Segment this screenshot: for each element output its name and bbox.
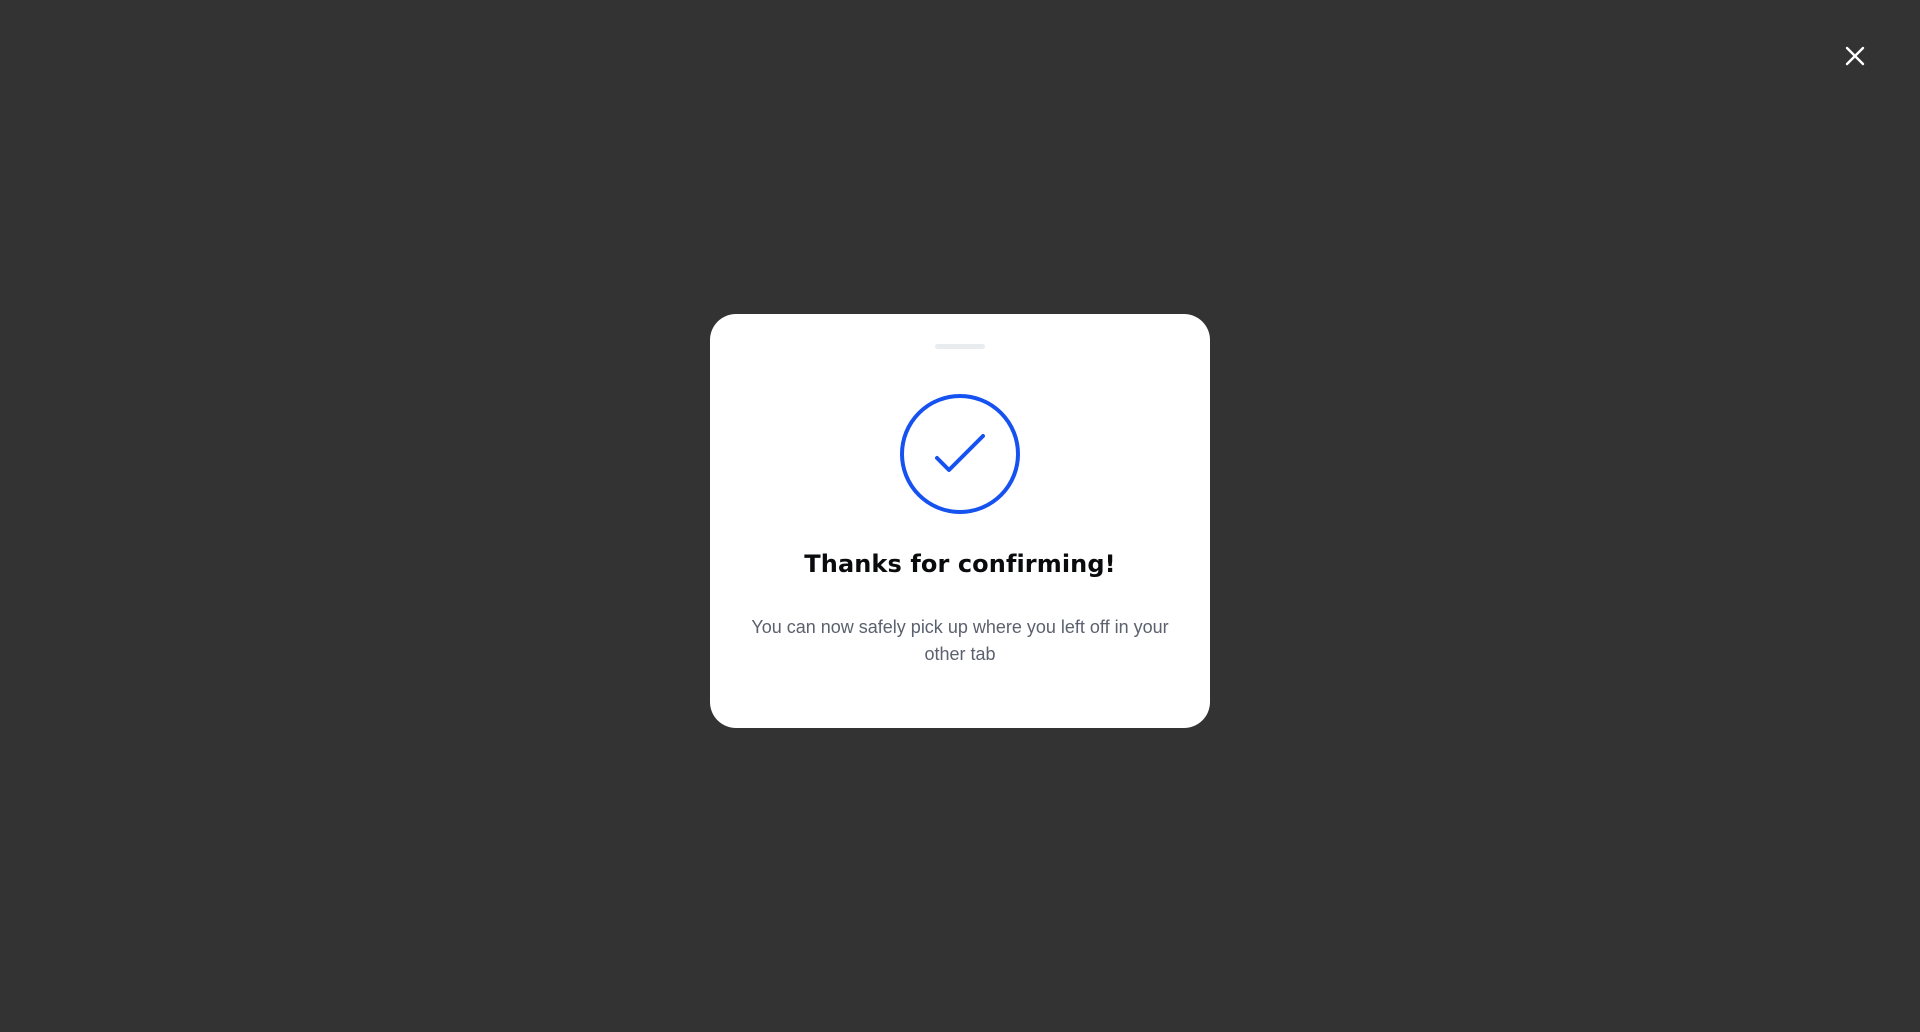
close-icon (1845, 46, 1865, 66)
confirmation-modal: Thanks for confirming! You can now safel… (710, 314, 1210, 728)
modal-title: Thanks for confirming! (804, 550, 1116, 578)
checkmark-circle-icon (899, 393, 1021, 515)
close-button[interactable] (1841, 42, 1869, 70)
drag-handle[interactable] (935, 344, 985, 349)
modal-message: You can now safely pick up where you lef… (751, 617, 1169, 664)
